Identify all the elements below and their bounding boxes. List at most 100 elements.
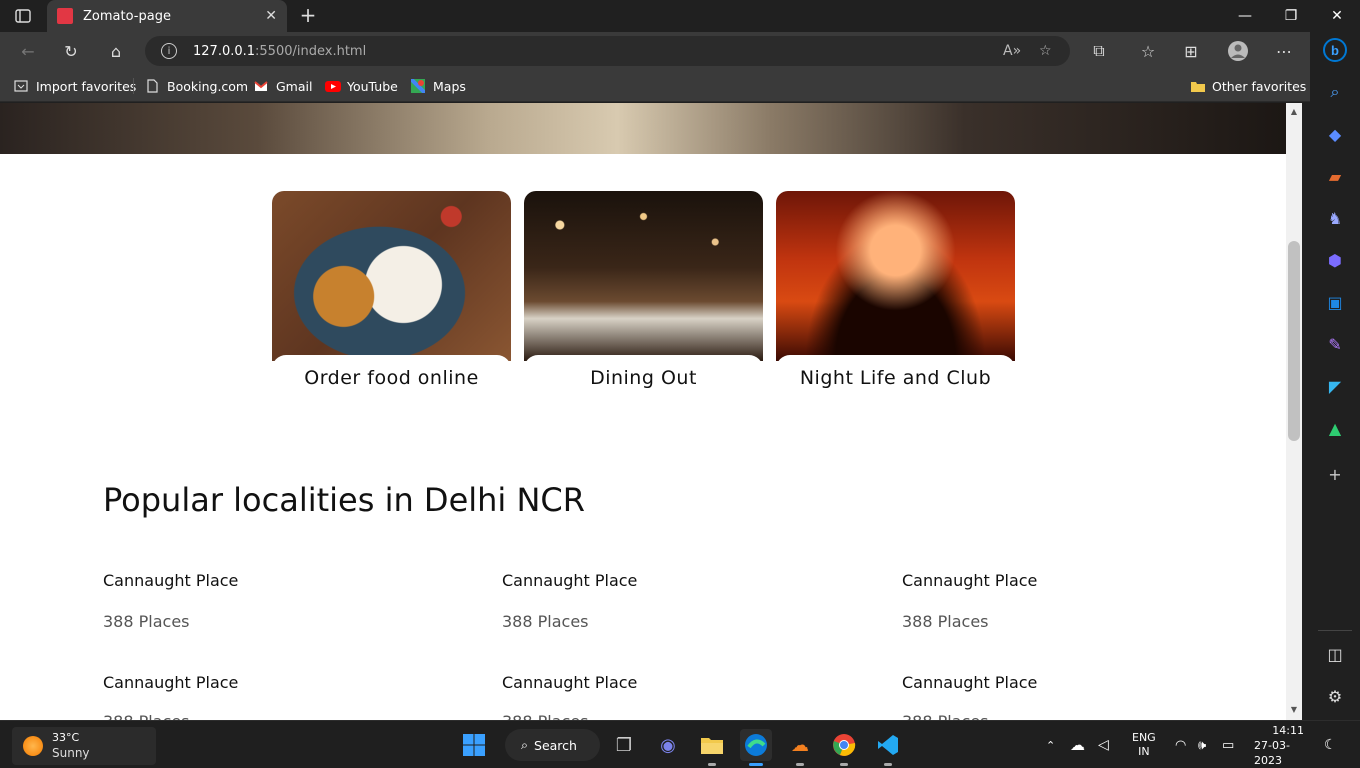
hide-sidebar-icon[interactable]: ◫ bbox=[1323, 642, 1347, 666]
navigation-bar: ← ↻ ⌂ i 127.0.0.1:5500/index.html A» ☆ ⧉… bbox=[0, 32, 1310, 70]
locality-name[interactable]: Cannaught Place bbox=[902, 673, 1037, 692]
restore-button[interactable]: ❐ bbox=[1268, 0, 1314, 32]
bookmark-label: Maps bbox=[433, 78, 466, 94]
language-indicator[interactable]: ENG IN bbox=[1132, 721, 1156, 768]
new-tab-button[interactable]: + bbox=[296, 4, 320, 28]
bookmark-maps[interactable]: Maps bbox=[409, 76, 466, 96]
order-food-image bbox=[272, 191, 511, 361]
weather-temp: 33°C bbox=[52, 731, 80, 744]
sun-icon bbox=[23, 736, 43, 756]
taskbar-search[interactable]: ⌕ Search bbox=[505, 729, 600, 761]
edge-sidebar: b ⌕ ◆ ▰ ♞ ⬢ ▣ ✎ ◤ ▲ + ◫ ⚙ bbox=[1310, 32, 1360, 720]
clock-time: 14:11 bbox=[1272, 723, 1304, 737]
card-caption: Night Life and Club bbox=[776, 355, 1015, 401]
card-dining-out[interactable]: Dining Out bbox=[524, 191, 763, 401]
bookmark-separator bbox=[133, 78, 134, 94]
weather-desc: Sunny bbox=[52, 746, 90, 760]
chrome-icon[interactable] bbox=[828, 729, 860, 766]
url-path: :5500/index.html bbox=[255, 43, 367, 59]
clock[interactable]: 14:11 27-03-2023 bbox=[1254, 721, 1304, 768]
wifi-icon[interactable]: ◠ bbox=[1175, 721, 1186, 768]
locality-name[interactable]: Cannaught Place bbox=[103, 571, 238, 590]
page-viewport: Order food online Dining Out Night Life … bbox=[0, 103, 1286, 720]
browser-tab[interactable]: Zomato-page ✕ bbox=[47, 0, 287, 32]
back-button[interactable]: ← bbox=[15, 39, 41, 63]
bookmark-youtube[interactable]: YouTube bbox=[325, 76, 398, 96]
scroll-down-icon[interactable]: ▼ bbox=[1289, 705, 1299, 714]
locality-count: 388 Places bbox=[502, 612, 589, 631]
tab-actions-icon[interactable] bbox=[10, 6, 36, 26]
bookmark-booking[interactable]: Booking.com bbox=[145, 76, 248, 96]
bookmark-import-favorites[interactable]: Import favorites bbox=[14, 76, 136, 96]
minimize-button[interactable]: — bbox=[1222, 0, 1268, 32]
extensions-icon[interactable]: ⧉ bbox=[1086, 39, 1112, 63]
scroll-up-icon[interactable]: ▲ bbox=[1289, 107, 1299, 116]
office-icon[interactable]: ⬢ bbox=[1323, 248, 1347, 272]
page-scrollbar[interactable]: ▲ ▼ bbox=[1286, 103, 1302, 720]
search-icon[interactable]: ⌕ bbox=[1323, 80, 1347, 104]
search-label: Search bbox=[534, 737, 577, 753]
home-button[interactable]: ⌂ bbox=[103, 39, 129, 63]
locality-name[interactable]: Cannaught Place bbox=[502, 673, 637, 692]
locality-count: 388 Places bbox=[902, 712, 989, 720]
file-explorer-icon[interactable] bbox=[696, 729, 728, 766]
vscode-icon[interactable] bbox=[872, 729, 904, 766]
site-info-icon[interactable]: i bbox=[161, 43, 177, 59]
card-nightlife[interactable]: Night Life and Club bbox=[776, 191, 1015, 401]
onedrive-icon[interactable]: ☁ bbox=[1070, 721, 1085, 768]
add-favorite-icon[interactable]: ☆ bbox=[1039, 43, 1052, 59]
collections-icon[interactable]: ⊞ bbox=[1178, 39, 1204, 63]
bookmark-other-favorites[interactable]: Other favorites bbox=[1190, 76, 1306, 96]
start-windows-icon[interactable] bbox=[458, 729, 490, 761]
add-sidebar-app-icon[interactable]: + bbox=[1323, 462, 1347, 486]
address-bar[interactable]: i 127.0.0.1:5500/index.html A» ☆ bbox=[145, 36, 1070, 66]
volume-icon[interactable]: 🕪 bbox=[1198, 721, 1206, 768]
bookmark-label: YouTube bbox=[347, 78, 398, 94]
gmail-icon bbox=[254, 79, 268, 93]
tab-title: Zomato-page bbox=[83, 8, 171, 24]
profile-avatar[interactable] bbox=[1225, 39, 1251, 63]
bookmark-gmail[interactable]: Gmail bbox=[254, 76, 312, 96]
location-icon[interactable]: ◁ bbox=[1098, 721, 1109, 768]
tools-briefcase-icon[interactable]: ▰ bbox=[1323, 164, 1347, 188]
more-menu-icon[interactable]: ⋯ bbox=[1271, 39, 1297, 63]
read-aloud-icon[interactable]: A» bbox=[1003, 43, 1021, 59]
bing-chat-icon[interactable]: b bbox=[1323, 38, 1347, 62]
shopping-tag-icon[interactable]: ◆ bbox=[1323, 122, 1347, 146]
tree-icon[interactable]: ▲ bbox=[1323, 416, 1347, 440]
battery-icon[interactable]: ▭ bbox=[1222, 721, 1234, 768]
locality-count: 388 Places bbox=[103, 712, 190, 720]
windows-taskbar: 33°C Sunny ⌕ Search ❐ ◉ ☁ ⌃ ☁ ◁ ENG IN ◠… bbox=[0, 720, 1360, 768]
card-order-food[interactable]: Order food online bbox=[272, 191, 511, 401]
locality-name[interactable]: Cannaught Place bbox=[902, 571, 1037, 590]
favorites-icon[interactable]: ☆ bbox=[1135, 39, 1161, 63]
scroll-thumb[interactable] bbox=[1288, 241, 1300, 441]
close-window-button[interactable]: ✕ bbox=[1314, 0, 1360, 32]
bookmark-label: Gmail bbox=[276, 78, 313, 94]
card-caption: Order food online bbox=[272, 355, 511, 401]
title-bar: Zomato-page ✕ + — ❐ ✕ bbox=[0, 0, 1360, 32]
settings-gear-icon[interactable]: ⚙ bbox=[1323, 684, 1347, 708]
send-icon[interactable]: ◤ bbox=[1323, 374, 1347, 398]
show-hidden-icons[interactable]: ⌃ bbox=[1046, 721, 1055, 768]
task-view-icon[interactable]: ❐ bbox=[608, 729, 640, 761]
bookmark-label: Other favorites bbox=[1212, 78, 1307, 94]
weather-widget[interactable]: 33°C Sunny bbox=[12, 727, 156, 765]
teams-chat-icon[interactable]: ◉ bbox=[652, 729, 684, 761]
locality-name[interactable]: Cannaught Place bbox=[502, 571, 637, 590]
import-icon bbox=[14, 79, 28, 93]
region-code: IN bbox=[1138, 745, 1150, 758]
tab-close-icon[interactable]: ✕ bbox=[265, 8, 277, 24]
designer-icon[interactable]: ✎ bbox=[1323, 332, 1347, 356]
edge-browser-icon[interactable] bbox=[740, 729, 772, 766]
youtube-icon bbox=[325, 79, 341, 93]
outlook-icon[interactable]: ▣ bbox=[1323, 290, 1347, 314]
nightlife-image bbox=[776, 191, 1015, 361]
games-icon[interactable]: ♞ bbox=[1323, 206, 1347, 230]
bookmark-label: Booking.com bbox=[167, 78, 249, 94]
page-icon bbox=[145, 79, 159, 93]
refresh-button[interactable]: ↻ bbox=[58, 39, 84, 63]
locality-name[interactable]: Cannaught Place bbox=[103, 673, 238, 692]
notifications-icon[interactable]: ☾ bbox=[1324, 721, 1337, 768]
cloudflare-icon[interactable]: ☁ bbox=[784, 729, 816, 766]
